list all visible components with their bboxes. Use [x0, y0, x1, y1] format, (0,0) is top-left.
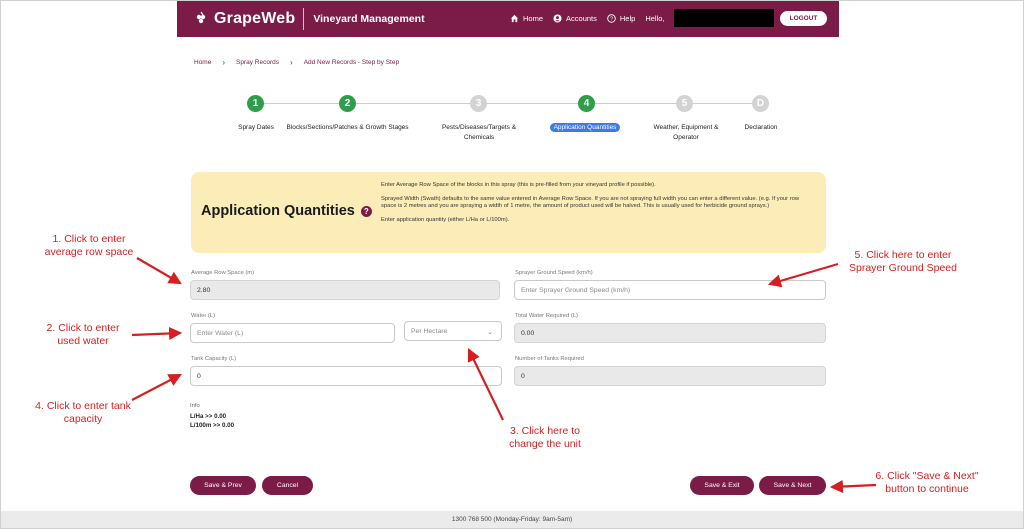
unit-select-value: Per Hectare: [411, 327, 448, 335]
question-icon[interactable]: ?: [360, 205, 372, 217]
chevron-down-icon: ⌄: [487, 329, 493, 336]
stepper-connector: [595, 103, 676, 104]
instruction-quantity: Enter application quantity (either L/Ha …: [381, 216, 510, 223]
ground-speed-label: Sprayer Ground Speed (km/h): [515, 270, 593, 276]
page-title: Application Quantities ?: [201, 203, 372, 219]
instruction-swath: Sprayed Width (Swath) defaults to the sa…: [381, 195, 800, 210]
breadcrumb-current: Add New Records - Step by Step: [303, 59, 400, 66]
nav-help[interactable]: ? Help: [607, 14, 635, 23]
chevron-right-icon: ›: [290, 58, 293, 67]
logo-text: GrapeWeb: [214, 9, 296, 27]
unit-select[interactable]: Per Hectare ⌄: [404, 321, 502, 341]
step-2-label[interactable]: Blocks/Sections/Patches & Growth Stages: [285, 123, 410, 133]
step-4-label[interactable]: Application Quantities: [538, 123, 632, 133]
step-1-label[interactable]: Spray Dates: [225, 123, 287, 133]
hello-greeting: Hello,: [645, 14, 665, 23]
step-2-circle[interactable]: 2: [339, 95, 356, 112]
step-5-label[interactable]: Weather, Equipment & Operator: [642, 123, 730, 142]
tank-capacity-input[interactable]: 0: [190, 366, 502, 386]
save-exit-button[interactable]: Save & Exit: [690, 476, 754, 495]
breadcrumb-spray-records[interactable]: Spray Records: [236, 59, 279, 66]
annotation-2: 2. Click to enter used water: [46, 322, 120, 347]
row-space-label: Average Row Space (m): [191, 270, 255, 276]
instructions-text: Enter Average Row Space of the blocks in…: [381, 182, 816, 230]
annotation-6: 6. Click "Save & Next" button to continu…: [875, 470, 979, 495]
total-water-label: Total Water Required (L): [515, 313, 578, 319]
water-label: Water (L): [191, 313, 215, 319]
app-title: Vineyard Management: [313, 12, 425, 25]
step-3-circle[interactable]: 3: [470, 95, 487, 112]
stepper-connector: [487, 103, 578, 104]
step-4-active-label: Application Quantities: [549, 123, 621, 132]
nav-home-label: Home: [523, 14, 544, 23]
tanks-required-label: Number of Tanks Required: [515, 356, 584, 362]
footer: 1300 768 500 (Monday-Friday: 9am-5am): [0, 511, 1024, 528]
row-space-input[interactable]: 2.80: [190, 280, 500, 300]
stepper-connector: [693, 103, 752, 104]
tanks-required-output: 0: [514, 366, 826, 386]
annotation-5: 5. Click here to enter Sprayer Ground Sp…: [849, 249, 957, 274]
annotation-4: 4. Click to enter tank capacity: [35, 400, 131, 425]
grapeweb-logo[interactable]: GrapeWeb: [194, 10, 295, 28]
total-water-output: 0.00: [514, 323, 826, 343]
l-ha-readout: L/Ha >> 0.00: [190, 413, 227, 420]
footer-contact: 1300 768 500 (Monday-Friday: 9am-5am): [451, 516, 573, 523]
home-icon: [510, 14, 519, 23]
user-icon: [553, 14, 562, 23]
water-input[interactable]: Enter Water (L): [190, 323, 395, 343]
logout-button[interactable]: LOGOUT: [780, 11, 827, 26]
info-label: Info: [190, 403, 200, 409]
help-circle-icon: ?: [607, 14, 616, 23]
nav-accounts[interactable]: Accounts: [553, 14, 597, 23]
annotation-1: 1. Click to enter average row space: [44, 233, 134, 258]
nav-home[interactable]: Home: [510, 14, 543, 23]
step-5-circle[interactable]: 5: [676, 95, 693, 112]
ground-speed-input[interactable]: Enter Sprayer Ground Speed (km/h): [514, 280, 826, 300]
save-prev-button[interactable]: Save & Prev: [190, 476, 256, 495]
nav-help-label: Help: [619, 14, 636, 23]
step-declaration-label[interactable]: Declaration: [732, 123, 790, 133]
grape-icon: [194, 11, 212, 27]
stepper-connector: [356, 103, 470, 104]
breadcrumb: Home › Spray Records › Add New Records -…: [194, 58, 399, 67]
redacted-username: [674, 9, 774, 27]
chevron-right-icon: ›: [222, 58, 226, 67]
save-next-button[interactable]: Save & Next: [759, 476, 826, 495]
tank-capacity-label: Tank Capacity (L): [191, 356, 237, 362]
page-title-text: Application Quantities: [201, 203, 355, 219]
l-100m-readout: L/100m >> 0.00: [190, 422, 235, 429]
step-4-circle[interactable]: 4: [578, 95, 595, 112]
annotation-3: 3. Click here to change the unit: [509, 425, 581, 450]
instructions-panel: Application Quantities ? Enter Average R…: [191, 172, 826, 253]
cancel-button[interactable]: Cancel: [262, 476, 313, 495]
step-declaration-circle[interactable]: D: [752, 95, 769, 112]
step-1-circle[interactable]: 1: [247, 95, 264, 112]
breadcrumb-home[interactable]: Home: [194, 59, 211, 66]
nav-accounts-label: Accounts: [566, 14, 597, 23]
svg-text:?: ?: [610, 17, 613, 23]
stepper-connector: [264, 103, 339, 104]
arrow-2: [131, 326, 183, 341]
step-3-label[interactable]: Pests/Diseases/Targets & Chemicals: [426, 123, 532, 142]
header-divider: [303, 7, 305, 30]
header-nav: Home Accounts ? Help Hello,: [510, 0, 675, 37]
top-navbar: GrapeWeb Vineyard Management Home Accoun…: [177, 0, 839, 37]
instruction-row-space: Enter Average Row Space of the blocks in…: [381, 182, 656, 188]
arrow-4: [131, 373, 182, 401]
arrow-1: [136, 257, 182, 285]
